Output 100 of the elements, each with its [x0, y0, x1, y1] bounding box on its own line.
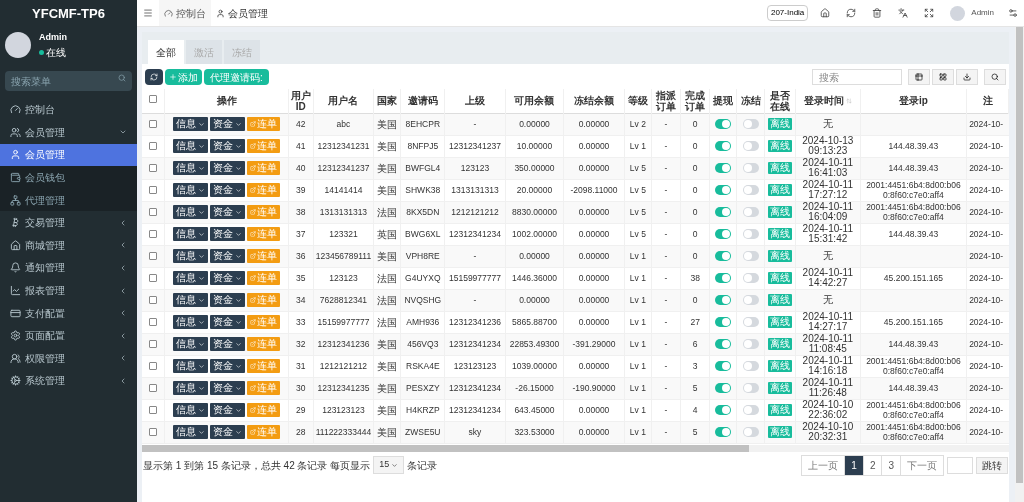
- dropdown-button[interactable]: 资金: [210, 381, 246, 395]
- toggle-switch[interactable]: [715, 273, 732, 284]
- dropdown-button[interactable]: 信息: [173, 425, 209, 439]
- language-icon[interactable]: [898, 8, 909, 18]
- menu-item[interactable]: 会员管理: [0, 121, 137, 144]
- region-badge[interactable]: 207-India: [766, 5, 809, 21]
- toggle-switch[interactable]: [742, 163, 759, 174]
- dropdown-button[interactable]: 资金: [210, 139, 246, 153]
- menu-item[interactable]: 通知管理: [0, 256, 137, 280]
- view-toggle-button[interactable]: [932, 69, 954, 85]
- dropdown-button[interactable]: 资金: [210, 249, 246, 263]
- dropdown-button[interactable]: 资金: [210, 293, 246, 307]
- page-link[interactable]: 3: [881, 455, 900, 475]
- vertical-scrollbar[interactable]: [1015, 27, 1024, 502]
- next-page-link[interactable]: 下一页: [900, 455, 943, 475]
- toggle-switch[interactable]: [742, 427, 759, 438]
- row-checkbox[interactable]: [149, 428, 158, 437]
- tab[interactable]: 全部: [148, 40, 184, 64]
- row-checkbox[interactable]: [149, 340, 158, 349]
- refresh-icon[interactable]: [846, 8, 857, 18]
- row-checkbox[interactable]: [149, 208, 158, 217]
- toggle-switch[interactable]: [715, 207, 732, 218]
- menu-item[interactable]: 页面配置: [0, 324, 137, 348]
- refresh-button[interactable]: [145, 69, 163, 85]
- search-field[interactable]: 搜索: [812, 69, 902, 85]
- toggle-switch[interactable]: [742, 295, 759, 306]
- submenu-item[interactable]: 会员钱包: [0, 166, 137, 189]
- dropdown-button[interactable]: 资金: [210, 205, 246, 219]
- dropdown-button[interactable]: 信息: [173, 381, 209, 395]
- dropdown-button[interactable]: 资金: [210, 161, 246, 175]
- toggle-switch[interactable]: [742, 141, 759, 152]
- dropdown-button[interactable]: 信息: [173, 139, 209, 153]
- columns-button[interactable]: [908, 69, 930, 85]
- home-icon[interactable]: [820, 8, 831, 18]
- toggle-switch[interactable]: [715, 119, 732, 130]
- toggle-switch[interactable]: [715, 251, 732, 262]
- toggle-switch[interactable]: [715, 141, 732, 152]
- page-number-field[interactable]: [947, 456, 973, 474]
- toggle-switch[interactable]: [715, 383, 732, 394]
- menu-item[interactable]: 系统管理: [0, 369, 137, 393]
- select-all-checkbox[interactable]: [149, 95, 158, 104]
- toggle-switch[interactable]: [715, 317, 732, 328]
- dropdown-button[interactable]: 信息: [173, 249, 209, 263]
- page-link[interactable]: 2: [862, 455, 882, 475]
- dropdown-button[interactable]: 信息: [173, 117, 209, 131]
- dropdown-button[interactable]: 信息: [173, 315, 209, 329]
- row-checkbox[interactable]: [149, 384, 158, 393]
- export-button[interactable]: [956, 69, 978, 85]
- toggle-switch[interactable]: [715, 405, 732, 416]
- toggle-switch[interactable]: [715, 229, 732, 240]
- dropdown-button[interactable]: 资金: [210, 227, 246, 241]
- menu-item[interactable]: 权限管理: [0, 347, 137, 370]
- admin-link[interactable]: Admin: [971, 7, 994, 19]
- row-checkbox[interactable]: [149, 406, 158, 415]
- dropdown-button[interactable]: 信息: [173, 271, 209, 285]
- submenu-item[interactable]: 代理管理: [0, 188, 137, 212]
- row-checkbox[interactable]: [149, 186, 158, 195]
- toggle-switch[interactable]: [715, 163, 732, 174]
- dropdown-button[interactable]: 资金: [210, 337, 246, 351]
- page-link[interactable]: 1: [844, 455, 863, 475]
- toggle-switch[interactable]: [715, 339, 732, 350]
- toggle-switch[interactable]: [742, 317, 759, 328]
- row-checkbox[interactable]: [149, 252, 158, 261]
- row-checkbox[interactable]: [149, 142, 158, 151]
- toggle-switch[interactable]: [742, 207, 759, 218]
- dropdown-button[interactable]: 资金: [210, 403, 246, 417]
- horizontal-scrollbar[interactable]: [142, 444, 1009, 452]
- dropdown-button[interactable]: 信息: [173, 183, 209, 197]
- dropdown-button[interactable]: 信息: [173, 227, 209, 241]
- settings-icon[interactable]: [1008, 8, 1018, 18]
- row-checkbox[interactable]: [149, 230, 158, 239]
- dropdown-button[interactable]: 资金: [210, 271, 246, 285]
- dropdown-button[interactable]: 信息: [173, 337, 209, 351]
- toggle-switch[interactable]: [715, 361, 732, 372]
- toggle-switch[interactable]: [742, 185, 759, 196]
- dropdown-button[interactable]: 信息: [173, 359, 209, 373]
- search-button[interactable]: [984, 69, 1006, 85]
- toggle-switch[interactable]: [742, 339, 759, 350]
- dropdown-button[interactable]: 信息: [173, 293, 209, 307]
- toggle-switch[interactable]: [742, 251, 759, 262]
- toggle-switch[interactable]: [742, 405, 759, 416]
- toggle-switch[interactable]: [715, 427, 732, 438]
- row-checkbox[interactable]: [149, 362, 158, 371]
- toggle-switch[interactable]: [715, 295, 732, 306]
- fullscreen-icon[interactable]: [924, 8, 935, 18]
- nav-tab[interactable]: 控制台: [159, 0, 211, 26]
- menu-icon[interactable]: [143, 8, 153, 18]
- toggle-switch[interactable]: [715, 185, 732, 196]
- row-checkbox[interactable]: [149, 318, 158, 327]
- dropdown-button[interactable]: 资金: [210, 117, 246, 131]
- row-checkbox[interactable]: [149, 120, 158, 129]
- submenu-item[interactable]: 会员管理: [0, 143, 137, 167]
- toggle-switch[interactable]: [742, 229, 759, 240]
- menu-search-field[interactable]: 搜索菜单: [5, 71, 132, 91]
- toggle-switch[interactable]: [742, 273, 759, 284]
- dropdown-button[interactable]: 资金: [210, 425, 246, 439]
- dropdown-button[interactable]: 信息: [173, 403, 209, 417]
- toggle-switch[interactable]: [742, 361, 759, 372]
- row-checkbox[interactable]: [149, 274, 158, 283]
- menu-item[interactable]: 报表管理: [0, 279, 137, 302]
